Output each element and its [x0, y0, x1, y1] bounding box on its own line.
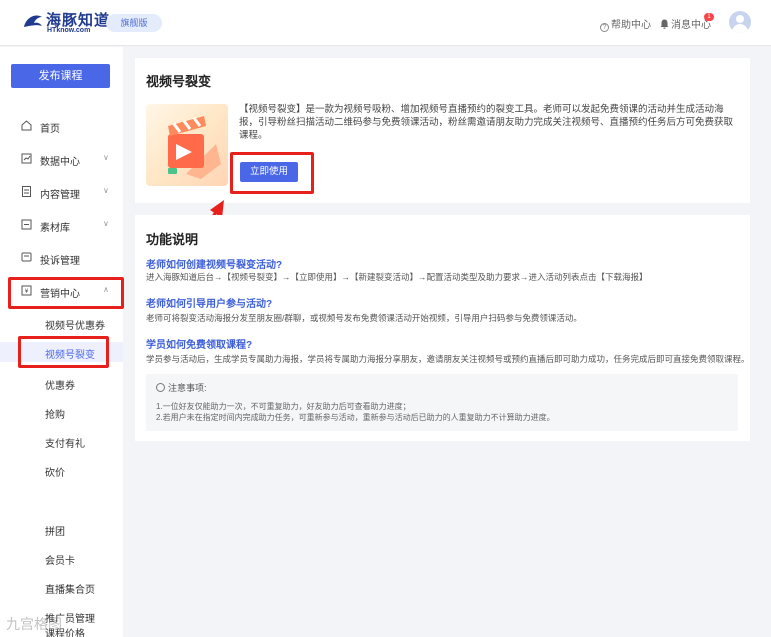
sidebar-item-label: 内容管理	[40, 190, 80, 201]
question-icon: ?	[600, 23, 609, 32]
version-badge[interactable]: 旗舰版	[106, 14, 162, 32]
publish-course-button[interactable]: 发布课程	[11, 64, 110, 88]
top-header: 海豚知道 HTknow.com 旗舰版 ? 帮助中心 消息中心 1	[0, 0, 771, 46]
sidebar-item-complaints[interactable]: 投诉管理	[0, 248, 123, 268]
logo[interactable]: 海豚知道 HTknow.com	[22, 9, 109, 37]
sidebar-subitem-bargain[interactable]: 砍价	[0, 460, 123, 480]
home-icon	[21, 120, 32, 131]
chevron-down-icon: ∨	[103, 153, 109, 162]
qa-answer: 进入海豚知道后台→【视频号裂变】→【立即使用】→【新建裂变活动】→配置活动类型及…	[146, 272, 648, 282]
explanation-card: 功能说明 老师如何创建视频号裂变活动? 进入海豚知道后台→【视频号裂变】→【立即…	[135, 215, 750, 441]
sidebar-item-data-center[interactable]: 数据中心 ∨	[0, 149, 123, 169]
notice-line: 2.若用户未在指定时间内完成助力任务，可重新参与活动，重新参与活动后已助力的人重…	[156, 413, 555, 422]
help-center-label: 帮助中心	[611, 20, 651, 31]
section-title: 功能说明	[146, 232, 199, 247]
complaint-icon	[21, 252, 32, 262]
chart-icon	[21, 153, 32, 164]
notice-title-label: 注意事项:	[168, 383, 207, 393]
sidebar-item-materials[interactable]: 素材库 ∨	[0, 215, 123, 235]
sidebar-subitem-label: 视频号优惠券	[45, 321, 105, 332]
watermark: 九宫格图	[6, 616, 62, 632]
notice-box: 注意事项: 1.一位好友仅能助力一次，不可重复助力，好友助力后可查看助力进度； …	[146, 374, 738, 431]
feature-description: 【视频号裂变】是一款为视频号吸粉、增加视频号直播预约的裂变工具。老师可以发起免费…	[239, 104, 734, 141]
sidebar-item-label: 首页	[40, 124, 60, 135]
sidebar-subitem-label: 砍价	[45, 468, 65, 479]
chevron-down-icon: ∨	[103, 186, 109, 195]
highlight-marketing-box	[8, 277, 124, 309]
folder-icon	[21, 219, 32, 230]
dolphin-logo-icon	[24, 15, 42, 27]
feature-thumbnail	[146, 104, 228, 186]
message-count-badge: 1	[704, 13, 714, 21]
sidebar-subitem-label: 直播集合页	[45, 585, 95, 596]
sidebar-subitem-label: 会员卡	[45, 556, 75, 567]
smile-icon	[156, 383, 165, 392]
sidebar-item-label: 数据中心	[40, 157, 80, 168]
highlight-fission-box	[18, 336, 109, 368]
bell-icon	[660, 19, 669, 29]
qa-answer: 老师可将裂变活动海报分发至朋友圈/群聊，或视频号发布免费领课活动开始视频，引导用…	[146, 313, 582, 323]
help-center-link[interactable]: ? 帮助中心	[600, 16, 651, 32]
qa-question: 学员如何免费领取课程?	[146, 340, 253, 351]
sidebar-subitem-label: 抢购	[45, 410, 65, 421]
sidebar-subitem-video-coupon[interactable]: 视频号优惠券	[0, 313, 123, 333]
sidebar-subitem-coupon[interactable]: 优惠券	[0, 373, 123, 393]
message-center-label: 消息中心	[671, 20, 711, 31]
sidebar-subitem-label: 拼团	[45, 527, 65, 538]
page-title: 视频号裂变	[146, 74, 212, 89]
qa-question: 老师如何创建视频号裂变活动?	[146, 260, 283, 271]
logo-subtext: HTknow.com	[47, 27, 91, 34]
sidebar-item-content[interactable]: 内容管理 ∨	[0, 182, 123, 202]
document-icon	[22, 186, 31, 197]
sidebar-item-label: 投诉管理	[40, 256, 80, 267]
sidebar-subitem-member-card[interactable]: 会员卡	[0, 548, 123, 568]
sidebar-subitem-group-buy[interactable]: 拼团	[0, 519, 123, 539]
sidebar-subitem-label: 优惠券	[45, 381, 75, 392]
chevron-down-icon: ∨	[103, 219, 109, 228]
sidebar-subitem-flash-sale[interactable]: 抢购	[0, 402, 123, 422]
notice-title: 注意事项:	[156, 381, 207, 394]
feature-card: 视频号裂变 【视频号裂变】是一款为视频号吸粉、增加视频号直播预约的裂变工具。老师…	[135, 58, 750, 203]
qa-question: 老师如何引导用户参与活动?	[146, 299, 273, 310]
highlight-use-button-box	[230, 152, 314, 194]
sidebar-item-label: 素材库	[40, 223, 70, 234]
clapperboard-illustration-icon	[168, 116, 221, 179]
sidebar-item-home[interactable]: 首页	[0, 116, 123, 136]
sidebar-subitem-pay-gift[interactable]: 支付有礼	[0, 431, 123, 451]
notice-line: 1.一位好友仅能助力一次，不可重复助力，好友助力后可查看助力进度；	[156, 402, 411, 411]
qa-answer: 学员参与活动后，生成学员专属助力海报，学员将专属助力海报分享朋友，邀请朋友关注视…	[146, 354, 750, 364]
sidebar-subitem-live-page[interactable]: 直播集合页	[0, 577, 123, 597]
user-avatar[interactable]	[729, 11, 751, 33]
sidebar-subitem-label: 支付有礼	[45, 439, 85, 450]
